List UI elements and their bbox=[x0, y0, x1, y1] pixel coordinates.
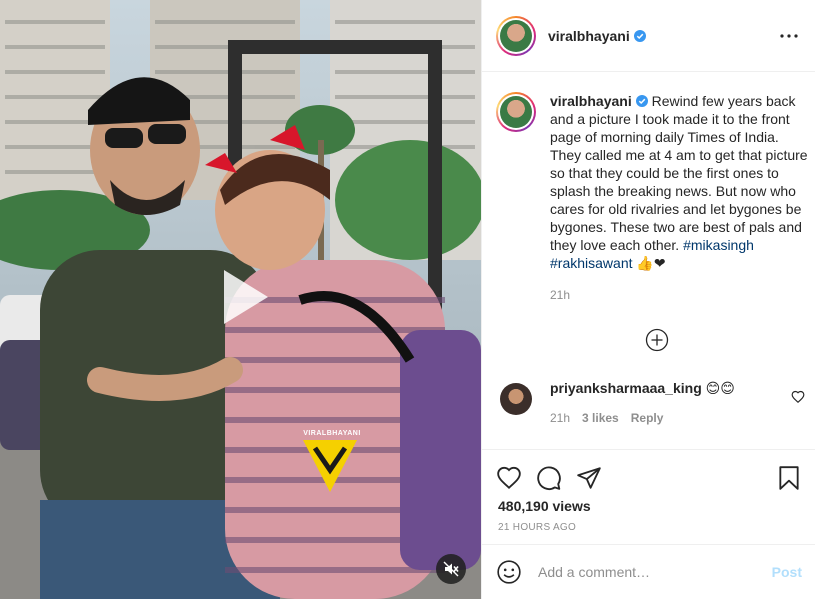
play-icon[interactable] bbox=[208, 262, 278, 332]
add-comment-bar: Post bbox=[482, 544, 815, 599]
commenter-avatar[interactable] bbox=[500, 383, 532, 415]
comment-time[interactable]: 21h bbox=[550, 411, 570, 425]
post-video[interactable]: VIRALBHAYANI bbox=[0, 0, 481, 599]
caption-body: viralbhayani Rewind few years back and a… bbox=[550, 92, 808, 304]
verified-badge-icon bbox=[633, 29, 646, 42]
post-details-panel: viralbhayani viralbhayani Rewind few yea… bbox=[481, 0, 815, 599]
post-header: viralbhayani bbox=[482, 0, 815, 72]
comment-icon[interactable] bbox=[536, 465, 562, 491]
mute-icon[interactable] bbox=[436, 554, 466, 584]
more-options-icon[interactable] bbox=[777, 24, 801, 48]
post-comment-button[interactable]: Post bbox=[772, 564, 802, 580]
caption-username[interactable]: viralbhayani bbox=[550, 93, 648, 109]
share-icon[interactable] bbox=[576, 465, 602, 491]
author-username[interactable]: viralbhayani bbox=[548, 28, 646, 44]
bookmark-icon[interactable] bbox=[776, 465, 802, 491]
load-more-comments-icon[interactable] bbox=[645, 328, 669, 352]
caption-text: Rewind few years back and a picture I to… bbox=[550, 93, 808, 253]
action-icons-row bbox=[482, 450, 815, 496]
comment-item: priyanksharmaaa_king 😊😊 21h 3 likes Repl… bbox=[496, 380, 806, 425]
comment-text: 😊😊 bbox=[705, 380, 735, 396]
hashtag-link[interactable]: #rakhisawant bbox=[550, 255, 633, 271]
comment-meta: 21h 3 likes Reply bbox=[550, 411, 735, 425]
comment-body: priyanksharmaaa_king 😊😊 21h 3 likes Repl… bbox=[550, 380, 735, 425]
caption-time[interactable]: 21h bbox=[550, 286, 808, 304]
post-timestamp[interactable]: 21 HOURS AGO bbox=[482, 514, 815, 533]
caption-emoji: 👍❤ bbox=[636, 255, 666, 271]
verified-badge-icon bbox=[635, 95, 648, 107]
view-count[interactable]: 480,190 views bbox=[482, 496, 815, 514]
reply-button[interactable]: Reply bbox=[631, 411, 664, 425]
comment-likes[interactable]: 3 likes bbox=[582, 411, 619, 425]
caption-author-avatar[interactable] bbox=[496, 92, 536, 132]
post-caption: viralbhayani Rewind few years back and a… bbox=[496, 92, 808, 304]
emoji-icon[interactable] bbox=[496, 559, 522, 585]
commenter-username[interactable]: priyanksharmaaa_king bbox=[550, 380, 702, 396]
heart-icon[interactable] bbox=[496, 465, 522, 491]
author-avatar[interactable] bbox=[496, 15, 536, 56]
watermark-label: VIRALBHAYANI bbox=[303, 430, 361, 437]
comment-input[interactable] bbox=[538, 564, 772, 580]
comment-like-icon[interactable] bbox=[791, 390, 805, 404]
post-actions: 480,190 views 21 HOURS AGO bbox=[482, 449, 815, 533]
hashtag-link[interactable]: #mikasingh bbox=[683, 237, 754, 253]
